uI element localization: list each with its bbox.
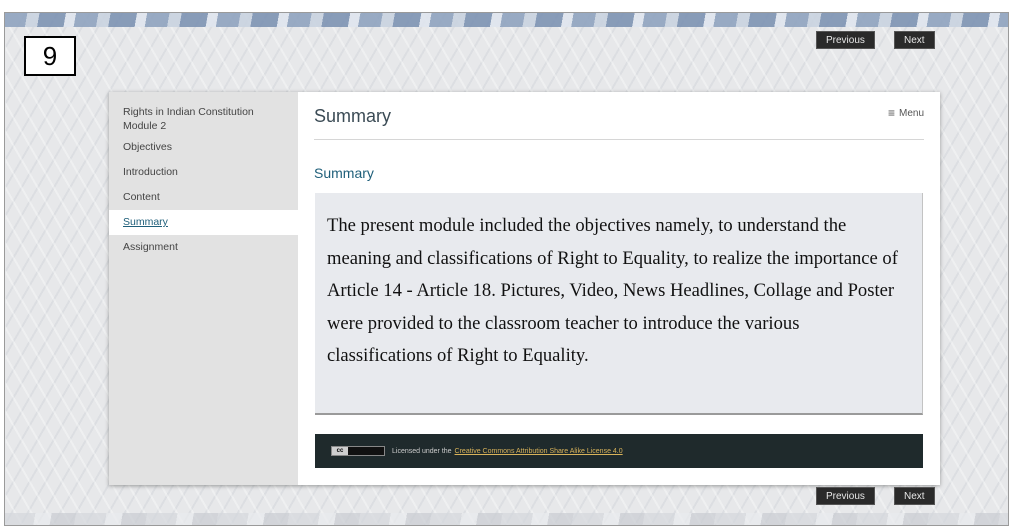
- license-footer: cc Licensed under the Creative Commons A…: [315, 434, 923, 468]
- page-title: Summary: [314, 106, 392, 126]
- main-content: Summary ≡ Menu Summary The present modul…: [298, 92, 940, 485]
- section-heading: Summary: [314, 165, 374, 181]
- sidebar-item-assignment[interactable]: Assignment: [109, 235, 298, 260]
- content-card: Rights in Indian Constitution Module 2 O…: [109, 92, 940, 485]
- hamburger-icon: ≡: [887, 106, 895, 120]
- sidebar: Rights in Indian Constitution Module 2 O…: [109, 92, 298, 485]
- decorative-top-band: [5, 13, 1008, 27]
- sidebar-item-objectives[interactable]: Objectives: [109, 135, 298, 160]
- title-divider: [314, 139, 924, 140]
- license-prefix: Licensed under the: [392, 447, 452, 455]
- module-title-line1: Rights in Indian Constitution: [123, 106, 254, 118]
- cc-by-sa-icon: cc: [331, 446, 385, 456]
- previous-button-top[interactable]: Previous: [816, 31, 875, 49]
- next-button-top[interactable]: Next: [894, 31, 935, 49]
- sidebar-module-title[interactable]: Rights in Indian Constitution Module 2: [109, 92, 298, 135]
- license-link[interactable]: Creative Commons Attribution Share Alike…: [455, 448, 623, 455]
- sidebar-item-content[interactable]: Content: [109, 185, 298, 210]
- menu-button[interactable]: ≡ Menu: [888, 106, 924, 120]
- decorative-bottom-band: [5, 513, 1008, 525]
- previous-button-bottom[interactable]: Previous: [816, 487, 875, 505]
- page-number-label: 9: [24, 36, 76, 76]
- sidebar-item-introduction[interactable]: Introduction: [109, 160, 298, 185]
- module-title-line2: Module 2: [123, 120, 167, 132]
- summary-text: The present module included the objectiv…: [327, 215, 898, 366]
- sidebar-item-summary[interactable]: Summary: [109, 210, 298, 235]
- menu-label: Menu: [898, 107, 924, 119]
- slide-frame: Previous Next Rights in Indian Constitut…: [4, 12, 1009, 526]
- next-button-bottom[interactable]: Next: [894, 487, 935, 505]
- summary-box: The present module included the objectiv…: [315, 193, 923, 415]
